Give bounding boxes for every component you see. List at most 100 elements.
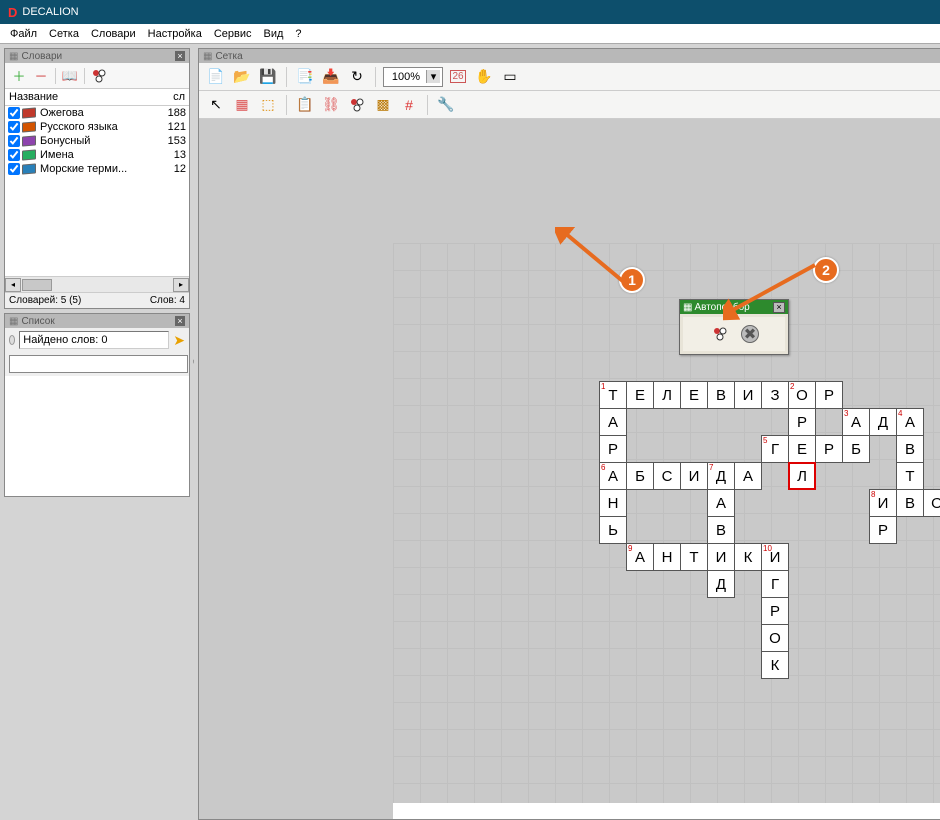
crossword-cell[interactable]: А bbox=[599, 408, 627, 436]
crossword-cell[interactable]: 4А bbox=[896, 408, 924, 436]
canvas-scroll[interactable]: ▦Автоподбор × ✖ 1 2 1ТЕЛЕВИЗ2ОРАР3 bbox=[199, 119, 940, 819]
refresh-icon[interactable]: ↻ bbox=[346, 66, 368, 88]
crossword-cell[interactable]: З bbox=[761, 381, 789, 409]
dict-row[interactable]: Бонусный 153 bbox=[5, 134, 189, 148]
hash-icon[interactable]: # bbox=[398, 94, 420, 116]
select-area-icon[interactable]: ⬚ bbox=[257, 94, 279, 116]
add-icon[interactable]: ＋ bbox=[11, 68, 27, 84]
wrench-icon[interactable]: 🔧 bbox=[435, 94, 457, 116]
remove-icon[interactable]: － bbox=[33, 68, 49, 84]
dict-checkbox[interactable] bbox=[8, 163, 20, 175]
close-icon[interactable]: × bbox=[175, 316, 185, 326]
canvas[interactable]: ▦Автоподбор × ✖ 1 2 1ТЕЛЕВИЗ2ОРАР3 bbox=[199, 119, 940, 819]
dict-checkbox[interactable] bbox=[8, 135, 20, 147]
crossword-cell[interactable]: К bbox=[761, 651, 789, 679]
crossword-cell[interactable]: О bbox=[923, 489, 940, 517]
crossword-cell[interactable]: О bbox=[761, 624, 789, 652]
crossword-cell[interactable]: К bbox=[734, 543, 762, 571]
crossword-cell[interactable]: 5Г bbox=[761, 435, 789, 463]
crossword-cell[interactable]: 1Т bbox=[599, 381, 627, 409]
menu-dictionaries[interactable]: Словари bbox=[91, 28, 136, 40]
pattern-icon[interactable]: ▩ bbox=[372, 94, 394, 116]
dict-row[interactable]: Морские терми... 12 bbox=[5, 162, 189, 176]
dict-hscrollbar[interactable]: ◂ ▸ bbox=[5, 276, 189, 292]
auto-fill-icon[interactable] bbox=[346, 94, 368, 116]
crossword-cell[interactable]: В bbox=[707, 381, 735, 409]
menu-grid[interactable]: Сетка bbox=[49, 28, 79, 40]
import-icon[interactable]: 📥 bbox=[320, 66, 342, 88]
crossword-cell[interactable]: Б bbox=[842, 435, 870, 463]
crossword-cell[interactable]: 10И bbox=[761, 543, 789, 571]
dict-row[interactable]: Имена 13 bbox=[5, 148, 189, 162]
dict-checkbox[interactable] bbox=[8, 121, 20, 133]
crossword-cell[interactable]: Р bbox=[869, 516, 897, 544]
close-icon[interactable]: × bbox=[773, 302, 785, 313]
save-icon[interactable]: 💾 bbox=[257, 66, 279, 88]
crossword-cell[interactable]: В bbox=[896, 489, 924, 517]
autofill-popup[interactable]: ▦Автоподбор × ✖ bbox=[679, 299, 789, 355]
crossword-cell[interactable]: Ь bbox=[599, 516, 627, 544]
book-open-icon[interactable]: 📖 bbox=[62, 68, 78, 84]
crossword-cell[interactable]: Н bbox=[653, 543, 681, 571]
export-icon[interactable]: 📑 bbox=[294, 66, 316, 88]
grid-header[interactable]: ▦Сетка bbox=[199, 49, 940, 63]
menu-settings[interactable]: Настройка bbox=[148, 28, 202, 40]
crossword-cell[interactable]: Д bbox=[707, 570, 735, 598]
crossword-cell[interactable]: Е bbox=[680, 381, 708, 409]
crossword-cell[interactable]: И bbox=[734, 381, 762, 409]
crossword-cell[interactable]: И bbox=[707, 543, 735, 571]
crossword-cell[interactable]: С bbox=[653, 462, 681, 490]
crossword-cell[interactable]: 9А bbox=[626, 543, 654, 571]
dict-row[interactable]: Ожегова 188 bbox=[5, 106, 189, 120]
crossword-cell[interactable]: Р bbox=[599, 435, 627, 463]
properties-icon[interactable]: 📋 bbox=[294, 94, 316, 116]
go-arrow-icon[interactable]: ➤ bbox=[173, 332, 185, 349]
grid-size-icon[interactable]: 26 bbox=[447, 66, 469, 88]
scroll-right-icon[interactable]: ▸ bbox=[173, 278, 189, 292]
menu-file[interactable]: Файл bbox=[10, 28, 37, 40]
crossword-cell[interactable]: 2О bbox=[788, 381, 816, 409]
crossword-cell[interactable]: Л bbox=[653, 381, 681, 409]
crossword-cell[interactable]: Р bbox=[761, 597, 789, 625]
crossword-cell[interactable]: Р bbox=[815, 435, 843, 463]
crossword-cell[interactable]: 3А bbox=[842, 408, 870, 436]
crossword-cell[interactable]: 8И bbox=[869, 489, 897, 517]
list-header[interactable]: ▦Список × bbox=[5, 314, 189, 328]
crossword-cell[interactable]: Е bbox=[788, 435, 816, 463]
search-input[interactable] bbox=[9, 355, 188, 373]
crossword-cell[interactable]: Б bbox=[626, 462, 654, 490]
crossword-cell[interactable]: Т bbox=[896, 462, 924, 490]
crossword-cell[interactable]: А bbox=[734, 462, 762, 490]
fill-grid-icon[interactable]: ▦ bbox=[231, 94, 253, 116]
menu-view[interactable]: Вид bbox=[264, 28, 284, 40]
menu-help[interactable]: ? bbox=[295, 28, 301, 40]
zoom-select[interactable]: 100% ▾ bbox=[383, 67, 443, 87]
chevron-down-icon[interactable]: ▾ bbox=[426, 70, 440, 83]
crossword-cell[interactable]: Т bbox=[680, 543, 708, 571]
crossword-cell[interactable]: Г bbox=[761, 570, 789, 598]
open-icon[interactable]: 📂 bbox=[231, 66, 253, 88]
auto-icon[interactable] bbox=[91, 68, 107, 84]
new-icon[interactable]: 📄 bbox=[205, 66, 227, 88]
close-icon[interactable]: × bbox=[175, 51, 185, 61]
link-icon[interactable]: ⛓ bbox=[320, 94, 342, 116]
crossword-cell[interactable]: Р bbox=[788, 408, 816, 436]
crossword-cell[interactable]: Н bbox=[599, 489, 627, 517]
dictionaries-header[interactable]: ▦Словари × bbox=[5, 49, 189, 63]
dict-row[interactable]: Русского языка 121 bbox=[5, 120, 189, 134]
crossword-cell[interactable]: Р bbox=[815, 381, 843, 409]
autofill-stop-icon[interactable]: ✖ bbox=[741, 325, 759, 343]
scroll-left-icon[interactable]: ◂ bbox=[5, 278, 21, 292]
dict-columns-header[interactable]: Название сл bbox=[5, 89, 189, 106]
crossword-cell[interactable]: И bbox=[680, 462, 708, 490]
crossword-cell[interactable]: А bbox=[707, 489, 735, 517]
scroll-thumb[interactable] bbox=[22, 279, 52, 291]
menu-service[interactable]: Сервис bbox=[214, 28, 252, 40]
cursor-icon[interactable]: ↖ bbox=[205, 94, 227, 116]
rect-select-icon[interactable]: ▭ bbox=[499, 66, 521, 88]
dict-checkbox[interactable] bbox=[8, 149, 20, 161]
crossword-cell[interactable]: Д bbox=[869, 408, 897, 436]
crossword-cell[interactable]: В bbox=[707, 516, 735, 544]
crossword-cell[interactable]: 6А bbox=[599, 462, 627, 490]
crossword-cell[interactable]: Е bbox=[626, 381, 654, 409]
